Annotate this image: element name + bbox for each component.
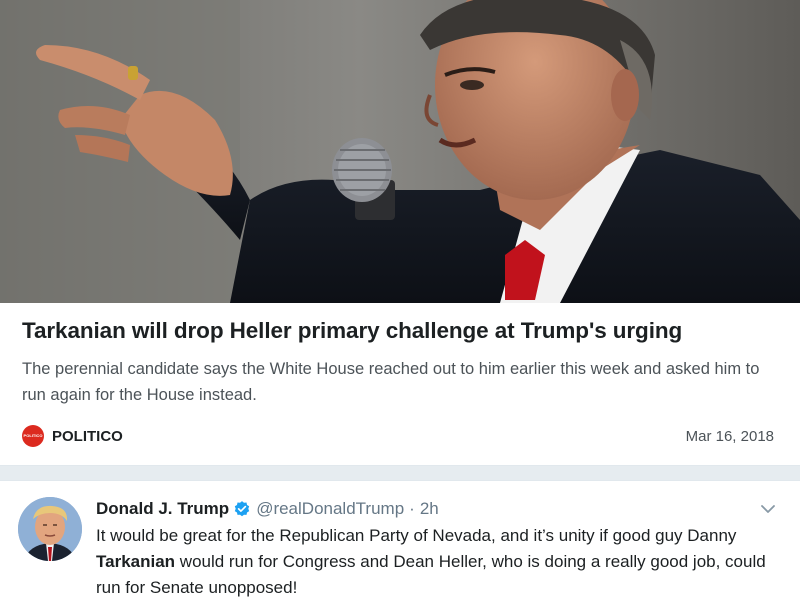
tweet-time[interactable]: 2h <box>420 499 439 519</box>
tweet-text-part: It would be great for the Republican Par… <box>96 526 737 545</box>
article-source[interactable]: POLITICO POLITICO <box>22 425 123 447</box>
avatar[interactable] <box>18 497 82 561</box>
handle[interactable]: @realDonaldTrump <box>256 499 404 519</box>
chevron-down-icon[interactable] <box>760 501 776 517</box>
verified-badge-icon <box>233 500 251 518</box>
article-photo <box>0 0 800 303</box>
article-headline[interactable]: Tarkanian will drop Heller primary chall… <box>22 318 782 344</box>
tweet-text-bold: Tarkanian <box>96 552 176 571</box>
tweet[interactable]: Donald J. Trump @realDonaldTrump · 2h It… <box>0 480 800 601</box>
article-summary: The perennial candidate says the White H… <box>22 360 760 404</box>
tweet-header: Donald J. Trump @realDonaldTrump · 2h <box>96 498 439 520</box>
source-name: POLITICO <box>52 427 123 445</box>
separator: · <box>409 499 415 518</box>
article-date: Mar 16, 2018 <box>685 428 774 445</box>
article-card[interactable]: Tarkanian will drop Heller primary chall… <box>0 0 800 466</box>
display-name[interactable]: Donald J. Trump <box>96 499 229 519</box>
tweet-text-part: would run for Congress and Dean Heller, … <box>96 552 766 597</box>
tweet-text: It would be great for the Republican Par… <box>96 523 776 601</box>
politico-logo-icon: POLITICO <box>22 425 44 447</box>
